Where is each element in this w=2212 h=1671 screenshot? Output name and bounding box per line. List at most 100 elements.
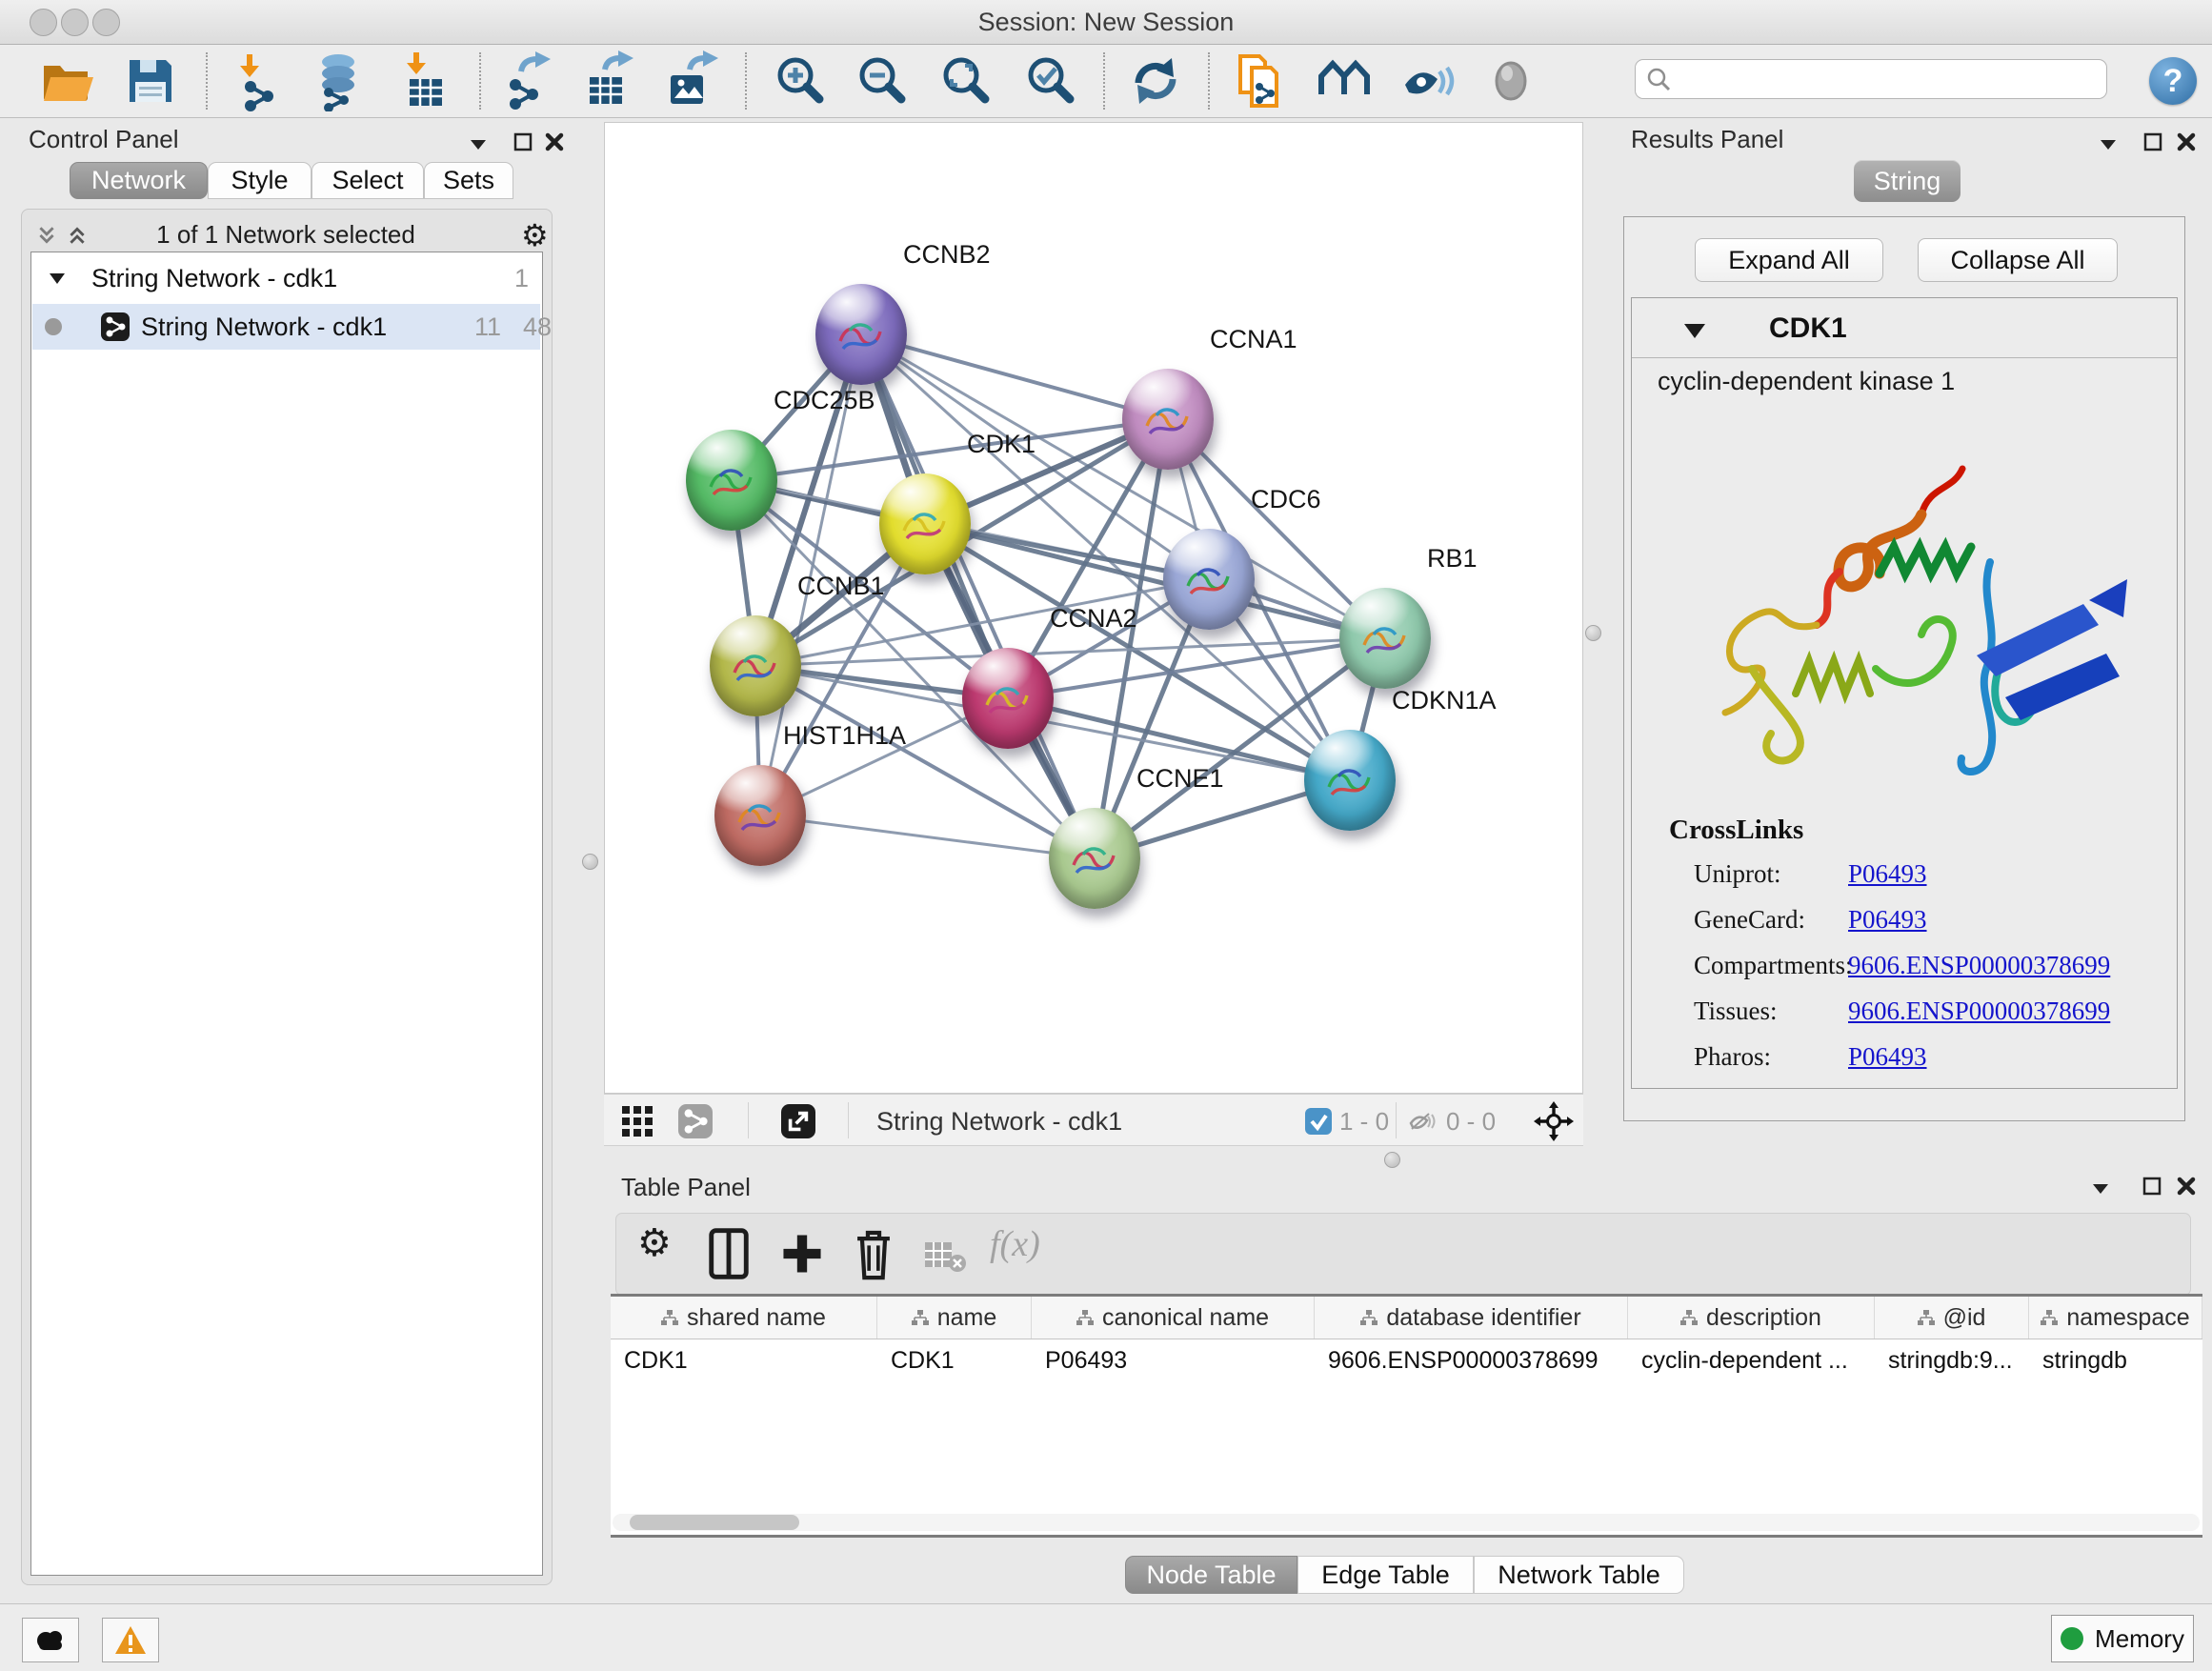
open-in-window-icon[interactable] bbox=[781, 1104, 815, 1138]
search-field[interactable] bbox=[1672, 65, 2076, 93]
export-network-icon[interactable] bbox=[494, 50, 555, 111]
export-table-icon[interactable] bbox=[576, 50, 637, 111]
zoom-fit-icon[interactable] bbox=[935, 50, 996, 111]
gene-expander-icon[interactable] bbox=[1681, 320, 1708, 341]
table-panel-menu-icon[interactable] bbox=[2088, 1176, 2113, 1200]
control-panel-float-icon[interactable] bbox=[511, 130, 535, 154]
cell-description[interactable]: cyclin-dependent ... bbox=[1628, 1340, 1875, 1380]
zoom-in-icon[interactable] bbox=[770, 50, 831, 111]
share-network-icon[interactable] bbox=[678, 1104, 713, 1138]
memory-button[interactable]: Memory bbox=[2051, 1615, 2194, 1662]
network-overview-icon[interactable] bbox=[1314, 50, 1375, 111]
crosslink-link[interactable]: P06493 bbox=[1848, 1042, 1927, 1072]
table-panel-float-icon[interactable] bbox=[2140, 1174, 2164, 1198]
node-CDKN1A[interactable] bbox=[1304, 730, 1396, 831]
column-header-canonicalname[interactable]: canonical name bbox=[1032, 1297, 1315, 1339]
tab-network[interactable]: Network bbox=[70, 162, 208, 199]
network-collection-row[interactable]: String Network - cdk1 1 bbox=[32, 260, 540, 298]
network-options-gear-icon[interactable]: ⚙ bbox=[521, 217, 549, 253]
delete-table-icon[interactable] bbox=[923, 1238, 967, 1273]
table-panel-close-icon[interactable] bbox=[2174, 1174, 2199, 1198]
cell-canonicalname[interactable]: P06493 bbox=[1032, 1340, 1315, 1380]
node-CCNB1[interactable] bbox=[710, 615, 801, 716]
open-session-icon[interactable] bbox=[36, 50, 97, 111]
horizontal-scrollbar[interactable] bbox=[613, 1514, 2200, 1531]
tab-network-table[interactable]: Network Table bbox=[1474, 1556, 1684, 1594]
column-header-description[interactable]: description bbox=[1628, 1297, 1875, 1339]
node-CCNE1[interactable] bbox=[1049, 808, 1140, 909]
control-panel-menu-icon[interactable] bbox=[466, 131, 491, 156]
selected-checkbox-icon[interactable] bbox=[1305, 1108, 1332, 1135]
node-HIST1H1A[interactable] bbox=[714, 765, 806, 866]
results-panel-float-icon[interactable] bbox=[2141, 130, 2165, 154]
expand-all-button[interactable]: Expand All bbox=[1695, 238, 1883, 282]
import-table-file-icon[interactable] bbox=[394, 50, 455, 111]
column-header-databaseidentifier[interactable]: database identifier bbox=[1315, 1297, 1628, 1339]
import-network-file-icon[interactable] bbox=[228, 50, 289, 111]
table-options-gear-icon[interactable]: ⚙ bbox=[637, 1221, 672, 1265]
column-header-namespace[interactable]: namespace bbox=[2029, 1297, 2202, 1339]
refresh-layout-icon[interactable] bbox=[1125, 50, 1186, 111]
cell-name[interactable]: CDK1 bbox=[877, 1340, 1032, 1380]
collection-expander-icon[interactable] bbox=[48, 269, 67, 288]
tab-edge-table[interactable]: Edge Table bbox=[1297, 1556, 1474, 1594]
node-CDC25B[interactable] bbox=[686, 430, 777, 531]
crosslink-link[interactable]: 9606.ENSP00000378699 bbox=[1848, 951, 2110, 980]
collapse-all-chevron-icon[interactable] bbox=[36, 225, 57, 246]
crosslink-link[interactable]: 9606.ENSP00000378699 bbox=[1848, 997, 2110, 1026]
crosslink-link[interactable]: P06493 bbox=[1848, 905, 1927, 935]
birds-eye-grid-icon[interactable] bbox=[621, 1105, 654, 1137]
cell-id[interactable]: stringdb:9... bbox=[1875, 1340, 2029, 1380]
cloud-status-button[interactable] bbox=[22, 1618, 79, 1662]
node-CCNA2[interactable] bbox=[962, 648, 1054, 749]
import-network-database-icon[interactable] bbox=[308, 50, 369, 111]
right-splitter-handle[interactable] bbox=[1585, 625, 1601, 641]
cell-databaseidentifier[interactable]: 9606.ENSP00000378699 bbox=[1315, 1340, 1628, 1380]
node-table[interactable]: shared namenamecanonical namedatabase id… bbox=[611, 1297, 2202, 1537]
bottom-splitter-handle[interactable] bbox=[1384, 1152, 1400, 1168]
column-header-name[interactable]: name bbox=[877, 1297, 1032, 1339]
scrollbar-thumb[interactable] bbox=[630, 1515, 799, 1530]
warnings-button[interactable] bbox=[102, 1618, 159, 1662]
search-input[interactable] bbox=[1635, 59, 2107, 99]
pan-crosshair-icon[interactable] bbox=[1534, 1101, 1574, 1141]
create-column-plus-icon[interactable] bbox=[780, 1227, 824, 1280]
expand-all-chevron-icon[interactable] bbox=[67, 225, 88, 246]
export-image-icon[interactable] bbox=[659, 50, 720, 111]
crosslink-link[interactable]: P06493 bbox=[1848, 859, 1927, 889]
left-splitter-handle[interactable] bbox=[582, 854, 598, 870]
results-panel-menu-icon[interactable] bbox=[2096, 131, 2121, 156]
tab-style[interactable]: Style bbox=[208, 162, 312, 199]
tab-string[interactable]: String bbox=[1854, 160, 1961, 202]
node-RB1[interactable] bbox=[1339, 588, 1431, 689]
zoom-selected-icon[interactable] bbox=[1020, 50, 1081, 111]
results-panel-close-icon[interactable] bbox=[2174, 130, 2199, 154]
node-CCNB2[interactable] bbox=[815, 284, 907, 385]
column-header-id[interactable]: @id bbox=[1875, 1297, 2029, 1339]
edge-HIST1H1A-CCNE1[interactable] bbox=[760, 815, 1095, 858]
tab-sets[interactable]: Sets bbox=[424, 162, 513, 199]
gene-header[interactable] bbox=[1632, 298, 2177, 358]
function-builder-icon[interactable]: f(x) bbox=[990, 1223, 1040, 1265]
collapse-all-button[interactable]: Collapse All bbox=[1918, 238, 2118, 282]
network-canvas[interactable]: CCNB2CCNA1CDC25BCDK1CDC6RB1CCNB1CCNA2CDK… bbox=[604, 122, 1583, 1094]
cell-sharedname[interactable]: CDK1 bbox=[611, 1340, 877, 1380]
help-icon[interactable]: ? bbox=[2149, 57, 2197, 105]
tab-select[interactable]: Select bbox=[312, 162, 424, 199]
save-session-icon[interactable] bbox=[120, 50, 181, 111]
tab-node-table[interactable]: Node Table bbox=[1125, 1556, 1297, 1594]
cell-namespace[interactable]: stringdb bbox=[2029, 1340, 2202, 1380]
edge-CCNB2-CCNE1[interactable] bbox=[861, 334, 1095, 858]
node-CCNA1[interactable] bbox=[1122, 369, 1214, 470]
duplicate-network-icon[interactable] bbox=[1229, 50, 1290, 111]
zoom-out-icon[interactable] bbox=[852, 50, 913, 111]
hide-selected-eye-icon[interactable] bbox=[1398, 50, 1458, 111]
show-columns-icon[interactable] bbox=[708, 1227, 750, 1280]
column-header-sharedname[interactable]: shared name bbox=[611, 1297, 877, 1339]
control-panel-close-icon[interactable] bbox=[542, 130, 567, 154]
delete-column-trash-icon[interactable] bbox=[853, 1227, 895, 1282]
show-all-eye-icon[interactable] bbox=[1480, 50, 1541, 111]
network-row-selected[interactable]: String Network - cdk1 11 48 bbox=[32, 304, 540, 350]
node-CDK1[interactable] bbox=[879, 473, 971, 574]
node-CDC6[interactable] bbox=[1163, 529, 1255, 630]
